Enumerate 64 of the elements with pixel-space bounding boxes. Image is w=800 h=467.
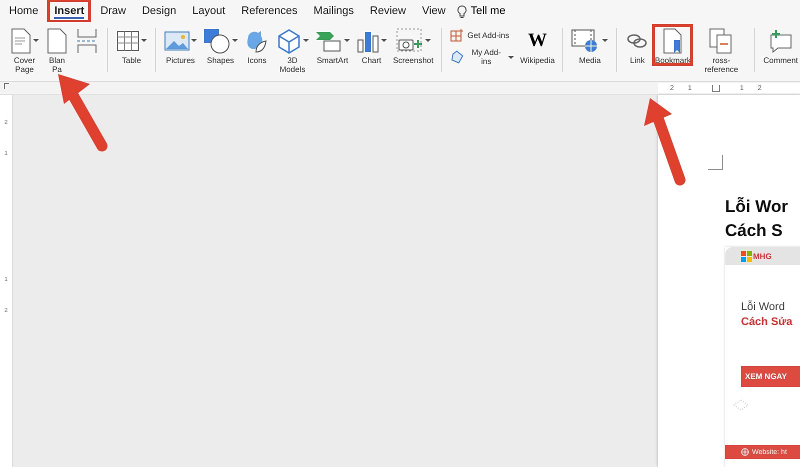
caret-icon xyxy=(380,39,387,42)
ribbon-button[interactable]: Blan Pa xyxy=(43,25,71,74)
ribbon-tab[interactable]: Home xyxy=(4,1,44,21)
caret-icon xyxy=(33,39,39,42)
ribbon-tab[interactable]: Draw xyxy=(95,1,131,21)
ribbon-button[interactable]: Cover Page xyxy=(8,25,41,74)
globe-icon xyxy=(741,448,749,456)
ribbon-tab[interactable]: Design xyxy=(136,1,182,21)
ribbon-button[interactable]: Shapes xyxy=(200,25,240,65)
picture-icon xyxy=(164,30,190,52)
document-title: Cách S xyxy=(725,220,784,242)
add-in-icon xyxy=(450,50,464,64)
banner-heading: Lỗi Word xyxy=(741,301,786,313)
indent-marker-icon xyxy=(712,84,720,92)
ribbon-button[interactable]: W Wikipedia xyxy=(518,25,556,65)
banner-subheading: Cách Sửa xyxy=(741,316,794,328)
dotted-diamond-icon xyxy=(733,399,749,411)
caret-icon xyxy=(424,39,431,42)
add-ins-button[interactable]: My Add-ins xyxy=(448,47,516,67)
caret-icon xyxy=(508,56,514,58)
cross-reference-icon xyxy=(709,28,734,54)
table-icon xyxy=(116,28,140,52)
ribbon-button[interactable]: Pictures xyxy=(162,25,199,65)
cube-icon xyxy=(276,28,302,54)
margin-corner-mark xyxy=(708,155,723,170)
caret-icon xyxy=(140,39,147,42)
ribbon-button[interactable]: Chart xyxy=(354,25,389,65)
logo-icon xyxy=(741,250,752,262)
highlight-frame xyxy=(652,24,694,66)
document-icon xyxy=(10,28,32,54)
caret-icon xyxy=(232,39,238,42)
tab-stop-icon xyxy=(4,83,9,89)
ribbon-button[interactable]: 3D Models xyxy=(274,25,311,74)
comment-icon xyxy=(768,28,794,52)
shapes-icon xyxy=(202,28,231,54)
document-title: Lỗi Wor xyxy=(725,196,789,218)
camera-icon xyxy=(396,28,424,54)
page-break-icon xyxy=(76,28,98,54)
ribbon-tab[interactable]: References xyxy=(236,1,303,21)
ribbon-button[interactable]: Table xyxy=(114,25,149,65)
ribbon-tab[interactable]: Layout xyxy=(187,1,230,21)
ribbon-button[interactable]: Screenshot xyxy=(390,25,436,65)
bookmark-icon xyxy=(662,28,684,54)
caret-icon xyxy=(302,39,309,42)
ribbon-tab[interactable]: Mailings xyxy=(308,1,359,21)
ribbon-button[interactable]: Bookmark xyxy=(653,25,692,65)
ribbon-button[interactable]: Link xyxy=(623,25,652,65)
ribbon-button[interactable]: Comment xyxy=(761,25,800,65)
caret-icon xyxy=(190,39,197,42)
logo-text: MHG xyxy=(753,252,772,260)
ribbon-button[interactable]: Icons xyxy=(242,25,272,65)
ribbon-tab[interactable]: View xyxy=(416,1,451,21)
wikipedia-logo: W xyxy=(528,30,547,52)
add-ins-button[interactable]: Get Add-ins xyxy=(448,27,516,43)
page-icon xyxy=(46,28,68,54)
ribbon-tab[interactable]: Insert xyxy=(49,1,90,21)
ribbon-button[interactable]: ross-reference xyxy=(694,25,748,74)
caret-icon xyxy=(344,39,350,42)
ribbon-button[interactable]: Media xyxy=(569,25,610,65)
tell-me-field[interactable]: Tell me xyxy=(470,5,506,17)
ribbon-button[interactable]: SmartArt xyxy=(312,25,352,65)
lightbulb-icon xyxy=(456,4,467,18)
ribbon-tab[interactable]: Review xyxy=(364,1,411,21)
caret-icon xyxy=(602,39,608,42)
